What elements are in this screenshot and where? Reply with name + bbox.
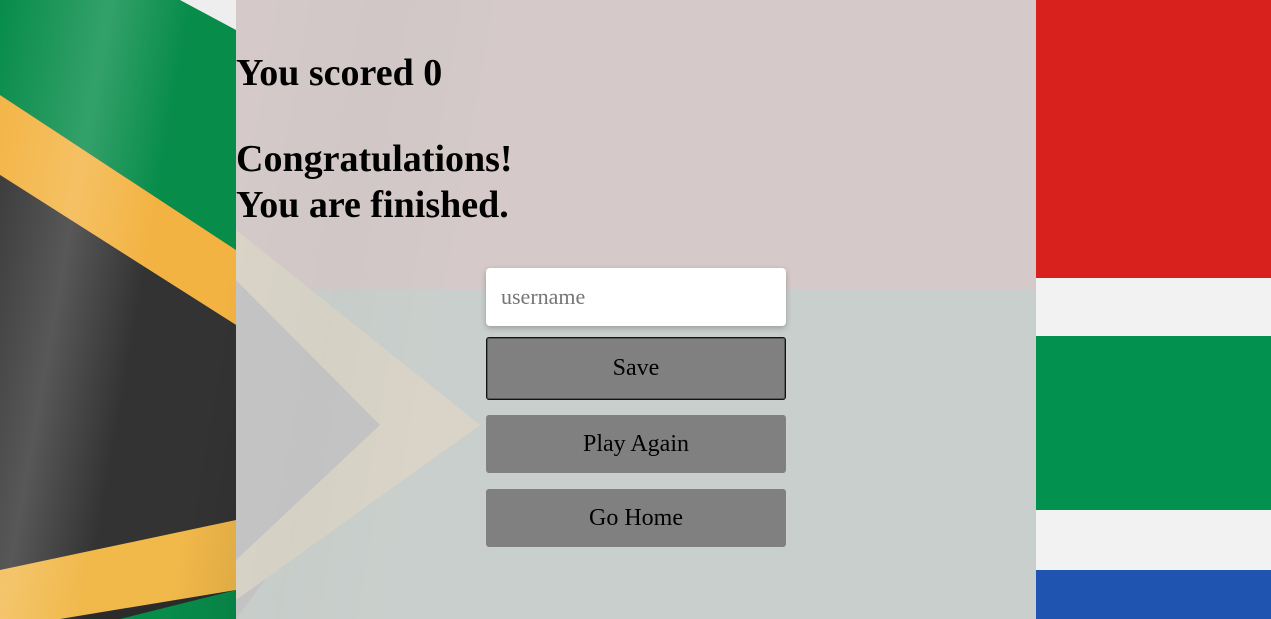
congrats-line-1: Congratulations! xyxy=(236,138,513,180)
score-heading: You scored 0 xyxy=(236,52,443,94)
game-end-screen: You scored 0 Congratulations! You are fi… xyxy=(0,0,1271,619)
username-input[interactable] xyxy=(486,268,786,326)
go-home-button[interactable]: Go Home xyxy=(486,489,786,547)
congrats-line-2: You are finished. xyxy=(236,184,509,226)
save-score-form: Save Play Again Go Home xyxy=(486,268,786,547)
congratulations-heading: Congratulations! You are finished. xyxy=(236,136,1036,228)
play-again-button[interactable]: Play Again xyxy=(486,415,786,473)
results-panel: You scored 0 Congratulations! You are fi… xyxy=(236,0,1036,619)
save-button[interactable]: Save xyxy=(486,337,786,400)
